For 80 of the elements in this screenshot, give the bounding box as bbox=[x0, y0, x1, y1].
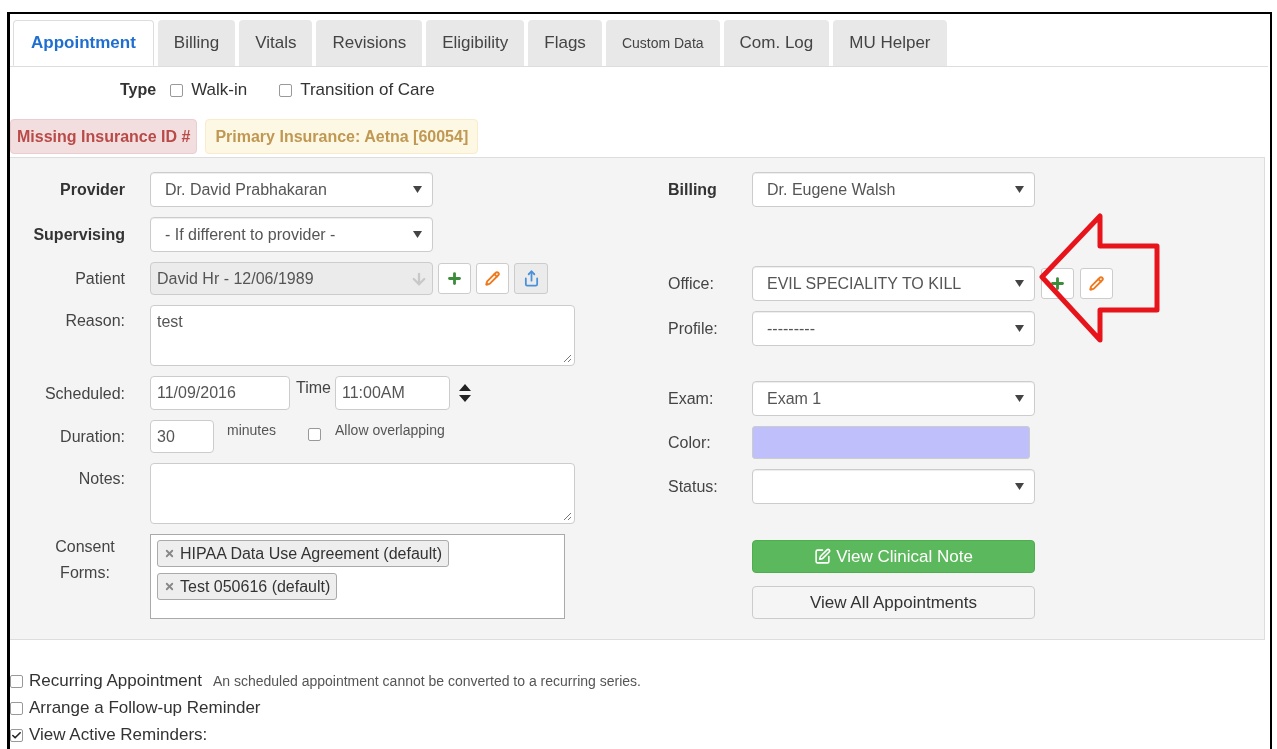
checkbox-label: Walk-in bbox=[191, 79, 248, 102]
tag-chip: HIPAA Data Use Agreement (default) bbox=[157, 540, 450, 567]
edit-button[interactable] bbox=[476, 263, 509, 294]
remove-icon[interactable] bbox=[164, 581, 175, 592]
tab[interactable]: Revisions bbox=[316, 20, 423, 66]
dropdown-field[interactable]: Exam 1 bbox=[752, 381, 1035, 416]
tab[interactable]: MU Helper bbox=[833, 20, 947, 66]
checkbox[interactable] bbox=[279, 83, 293, 97]
remove-icon[interactable] bbox=[164, 548, 175, 559]
field-label: Notes: bbox=[78, 469, 125, 489]
checkbox[interactable] bbox=[10, 674, 23, 688]
checkbox[interactable] bbox=[10, 701, 23, 715]
field-label: Scheduled: bbox=[44, 383, 125, 404]
field-label: Exam: bbox=[668, 388, 714, 409]
text-area[interactable] bbox=[150, 463, 575, 524]
dropdown-field[interactable]: EVIL SPECIALITY TO KILL bbox=[752, 266, 1035, 301]
tab[interactable]: Appointment bbox=[13, 20, 154, 66]
field-label: Consent Forms: bbox=[54, 537, 116, 583]
pencil-icon bbox=[1089, 276, 1104, 291]
dropdown-field[interactable]: - If different to provider - bbox=[150, 217, 433, 252]
caret-icon bbox=[1015, 395, 1024, 402]
checkbox[interactable] bbox=[308, 428, 322, 441]
caret-icon bbox=[1015, 186, 1024, 193]
tab[interactable]: Flags bbox=[528, 20, 602, 66]
edit-icon bbox=[814, 548, 832, 565]
field-label: Reason: bbox=[65, 311, 125, 331]
checkbox-label: Arrange a Follow-up Reminder bbox=[29, 697, 261, 720]
edit-button[interactable] bbox=[1080, 268, 1113, 299]
tab[interactable]: Custom Data bbox=[605, 20, 720, 66]
caret-icon bbox=[1015, 280, 1024, 287]
field-label: Duration: bbox=[60, 427, 125, 447]
dropdown-field[interactable] bbox=[752, 469, 1035, 504]
alert-label: Missing Insurance ID # bbox=[10, 119, 198, 154]
share-button[interactable] bbox=[514, 263, 548, 294]
caret-icon bbox=[413, 186, 422, 193]
unit-label: minutes bbox=[227, 421, 277, 440]
type-label: Type bbox=[120, 80, 157, 100]
color-swatch[interactable] bbox=[752, 426, 1030, 459]
add-button[interactable] bbox=[438, 263, 471, 294]
caret-icon bbox=[1015, 483, 1024, 490]
time-label: Time bbox=[296, 378, 331, 398]
duration-field[interactable]: 30 bbox=[150, 420, 214, 453]
plus-icon bbox=[446, 270, 463, 287]
tab[interactable]: Eligibility bbox=[426, 20, 525, 66]
checkbox-label: Recurring Appointment bbox=[29, 670, 202, 693]
time-field[interactable]: 11:00AM bbox=[334, 376, 450, 410]
share-icon bbox=[522, 270, 540, 287]
plus-icon bbox=[1049, 275, 1066, 292]
tab[interactable]: Com. Log bbox=[723, 20, 830, 66]
resize-handle-icon bbox=[563, 354, 572, 363]
tab[interactable]: Vitals bbox=[239, 20, 313, 66]
alert-label: Primary Insurance: Aetna [60054] bbox=[205, 119, 479, 154]
field-label: Billing bbox=[668, 179, 717, 200]
dropdown-field[interactable]: Dr. David Prabhakaran bbox=[150, 172, 433, 207]
tab[interactable]: Billing bbox=[157, 20, 236, 66]
date-field[interactable]: 11/09/2016 bbox=[150, 376, 290, 410]
caret-icon bbox=[1015, 325, 1024, 332]
field-label: Patient bbox=[75, 269, 125, 289]
spinner-icon[interactable] bbox=[458, 384, 471, 402]
checkbox-label: View Active Reminders: bbox=[29, 724, 208, 747]
appointments-button[interactable]: View All Appointments bbox=[752, 586, 1035, 619]
checkbox-label: Allow overlapping bbox=[335, 421, 445, 440]
dropdown-field[interactable]: --------- bbox=[752, 311, 1035, 346]
field-label: Supervising bbox=[33, 225, 125, 245]
field-label: Color: bbox=[668, 432, 711, 453]
checkbox[interactable] bbox=[10, 728, 23, 742]
dropdown-field[interactable]: Dr. Eugene Walsh bbox=[752, 172, 1035, 207]
tag-input[interactable]: HIPAA Data Use Agreement (default) Test 050616 (default) bbox=[150, 534, 565, 619]
text-area[interactable]: test bbox=[150, 305, 575, 366]
caret-icon bbox=[413, 231, 422, 238]
help-text: An scheduled appointment cannot be converted to a recurring series. bbox=[212, 671, 641, 691]
field-label: Status: bbox=[668, 476, 718, 497]
resize-handle-icon bbox=[563, 512, 572, 521]
field-label: Profile: bbox=[668, 318, 718, 339]
checkbox-label: Transition of Care bbox=[300, 79, 435, 102]
checkbox[interactable] bbox=[170, 83, 184, 97]
tag-chip: Test 050616 (default) bbox=[157, 573, 338, 600]
field-label: Provider bbox=[60, 180, 125, 200]
field-label: Office: bbox=[668, 273, 714, 294]
pencil-icon bbox=[485, 271, 500, 286]
